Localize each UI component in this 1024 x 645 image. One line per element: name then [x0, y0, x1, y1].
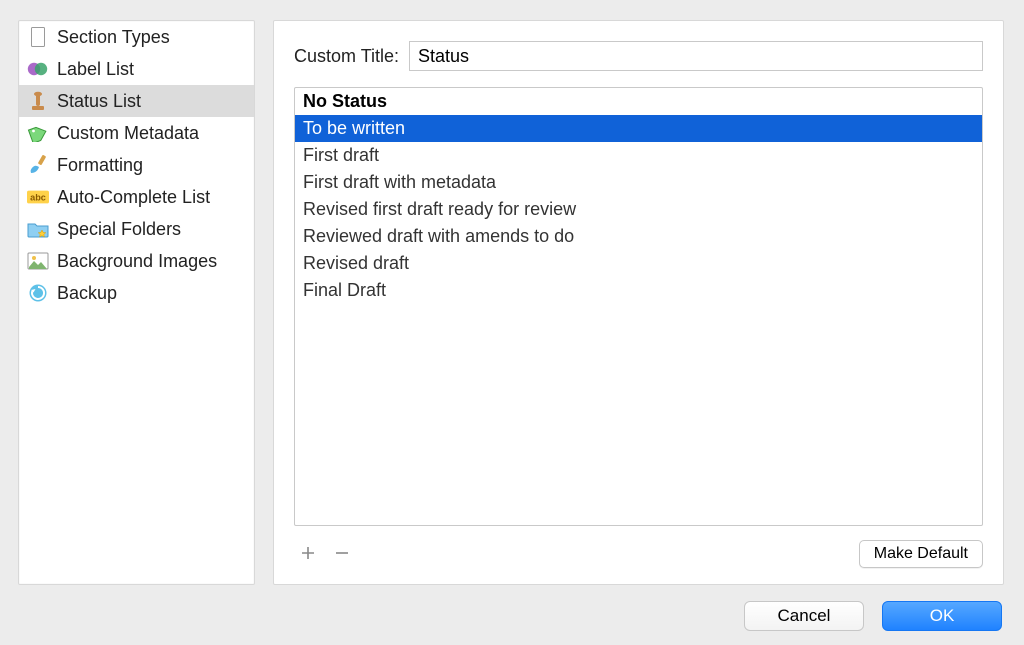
sidebar-item-label: Formatting: [57, 155, 143, 176]
folder-star-icon: [27, 218, 49, 240]
dialog-footer: Cancel OK: [744, 601, 1002, 631]
sidebar-item-label: Section Types: [57, 27, 170, 48]
make-default-button[interactable]: Make Default: [859, 540, 983, 568]
status-list-header[interactable]: No Status: [295, 88, 982, 115]
sidebar-item-label: Status List: [57, 91, 141, 112]
status-listbox[interactable]: No Status To be written First draft Firs…: [294, 87, 983, 526]
preferences-window: Section Types Label List: [0, 0, 1024, 645]
sidebar-item-label: Special Folders: [57, 219, 181, 240]
sidebar-item-background-images[interactable]: Background Images: [19, 245, 254, 277]
label-list-icon: [27, 58, 49, 80]
cancel-button[interactable]: Cancel: [744, 601, 864, 631]
status-list-row[interactable]: Revised first draft ready for review: [295, 196, 982, 223]
sidebar-item-formatting[interactable]: Formatting: [19, 149, 254, 181]
svg-text:abc: abc: [30, 193, 46, 203]
sidebar-item-custom-metadata[interactable]: Custom Metadata: [19, 117, 254, 149]
backup-icon: [27, 282, 49, 304]
abc-icon: abc: [27, 186, 49, 208]
status-list-row[interactable]: To be written: [295, 115, 982, 142]
status-list-panel: Custom Title: No Status To be written Fi…: [273, 20, 1004, 585]
status-list-row[interactable]: Reviewed draft with amends to do: [295, 223, 982, 250]
custom-title-input[interactable]: [409, 41, 983, 71]
sidebar-item-label-list[interactable]: Label List: [19, 53, 254, 85]
remove-status-button[interactable]: [334, 543, 350, 565]
sidebar-item-label: Custom Metadata: [57, 123, 199, 144]
brush-icon: [27, 154, 49, 176]
sidebar-item-backup[interactable]: Backup: [19, 277, 254, 309]
status-list-row[interactable]: Revised draft: [295, 250, 982, 277]
status-list-row[interactable]: First draft with metadata: [295, 169, 982, 196]
sidebar-item-label: Label List: [57, 59, 134, 80]
tag-icon: [27, 122, 49, 144]
category-sidebar: Section Types Label List: [18, 20, 255, 585]
sidebar-item-auto-complete-list[interactable]: abc Auto-Complete List: [19, 181, 254, 213]
sidebar-item-label: Auto-Complete List: [57, 187, 210, 208]
status-list-icon: [27, 90, 49, 112]
add-status-button[interactable]: [300, 543, 316, 565]
sidebar-item-label: Background Images: [57, 251, 217, 272]
ok-button[interactable]: OK: [882, 601, 1002, 631]
section-types-icon: [27, 26, 49, 48]
sidebar-item-section-types[interactable]: Section Types: [19, 21, 254, 53]
status-list-row[interactable]: First draft: [295, 142, 982, 169]
custom-title-label: Custom Title:: [294, 46, 399, 67]
status-list-row[interactable]: Final Draft: [295, 277, 982, 304]
sidebar-item-label: Backup: [57, 283, 117, 304]
image-icon: [27, 250, 49, 272]
sidebar-item-special-folders[interactable]: Special Folders: [19, 213, 254, 245]
sidebar-item-status-list[interactable]: Status List: [19, 85, 254, 117]
